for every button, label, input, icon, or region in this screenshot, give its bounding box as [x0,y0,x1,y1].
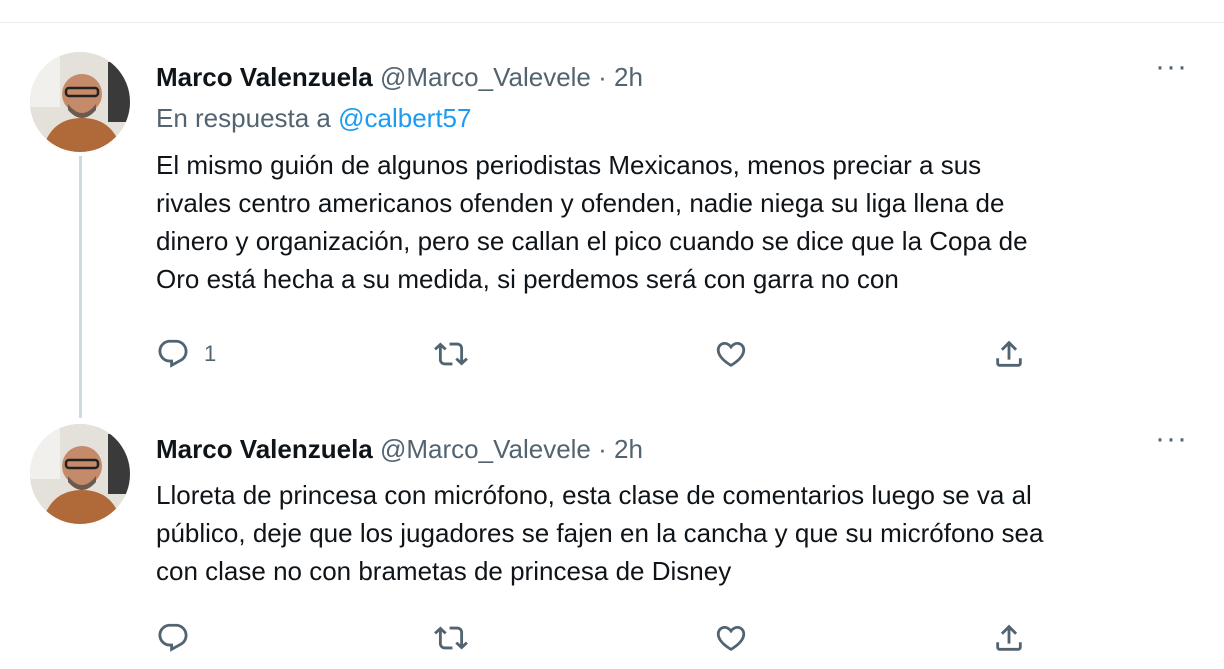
top-divider [0,22,1224,23]
tweet-text-line: El mismo guión de algunos periodistas Me… [156,150,982,180]
like-button[interactable] [714,618,748,658]
avatar[interactable] [30,52,130,152]
avatar[interactable] [30,424,130,524]
retweet-icon [434,342,468,366]
reply-icon [158,623,188,652]
tweet-actions [156,618,1036,658]
avatar-image [30,52,130,152]
author-handle[interactable]: @Marco_Valevele [380,62,591,92]
separator-dot: · [598,62,607,92]
reply-icon [158,339,188,368]
tweet-header: Marco Valenzuela @Marco_Valevele · 2h [156,434,643,464]
share-button[interactable] [992,334,1026,374]
tweet-text-line: con clase no con brametas de princesa de… [156,556,732,586]
separator-dot: · [598,434,607,464]
like-button[interactable] [714,334,748,374]
tweet[interactable]: Marco Valenzuela @Marco_Valevele · 2h ··… [0,420,1224,669]
more-icon[interactable]: ··· [1155,52,1188,82]
heart-icon [716,341,746,367]
reply-prefix: En respuesta a [156,103,331,133]
heart-icon [716,625,746,651]
reply-button[interactable]: 1 [156,334,216,374]
tweet-text-line: Oro está hecha a su medida, si perdemos … [156,264,899,294]
retweet-button[interactable] [434,618,468,658]
timestamp[interactable]: 2h [614,62,643,92]
tweet-header: Marco Valenzuela @Marco_Valevele · 2h [156,62,643,92]
timestamp[interactable]: 2h [614,434,643,464]
more-icon[interactable]: ··· [1155,424,1188,454]
reply-mention-link[interactable]: @calbert57 [338,103,471,133]
reply-count: 1 [204,341,217,366]
tweet-text-line: rivales centro americanos ofenden y ofen… [156,188,1005,218]
tweet-text: Lloreta de princesa con micrófono, esta … [156,476,1196,590]
tweet-text-line: público, deje que los jugadores se fajen… [156,518,1044,548]
share-icon [996,340,1022,367]
retweet-button[interactable] [434,334,468,374]
reply-context: En respuesta a @calbert57 [156,102,471,134]
share-icon [996,624,1022,651]
tweet[interactable]: Marco Valenzuela @Marco_Valevele · 2h ··… [0,48,1224,408]
retweet-icon [434,626,468,650]
author-name[interactable]: Marco Valenzuela [156,62,373,92]
tweet-text-line: dinero y organización, pero se callan el… [156,226,1028,256]
share-button[interactable] [992,618,1026,658]
tweet-actions: 1 [156,334,1036,374]
author-name[interactable]: Marco Valenzuela [156,434,373,464]
tweet-text-line: Lloreta de princesa con micrófono, esta … [156,480,1032,510]
reply-button[interactable] [156,618,190,658]
avatar-image [30,424,130,524]
author-handle[interactable]: @Marco_Valevele [380,434,591,464]
tweet-text: El mismo guión de algunos periodistas Me… [156,146,1196,298]
